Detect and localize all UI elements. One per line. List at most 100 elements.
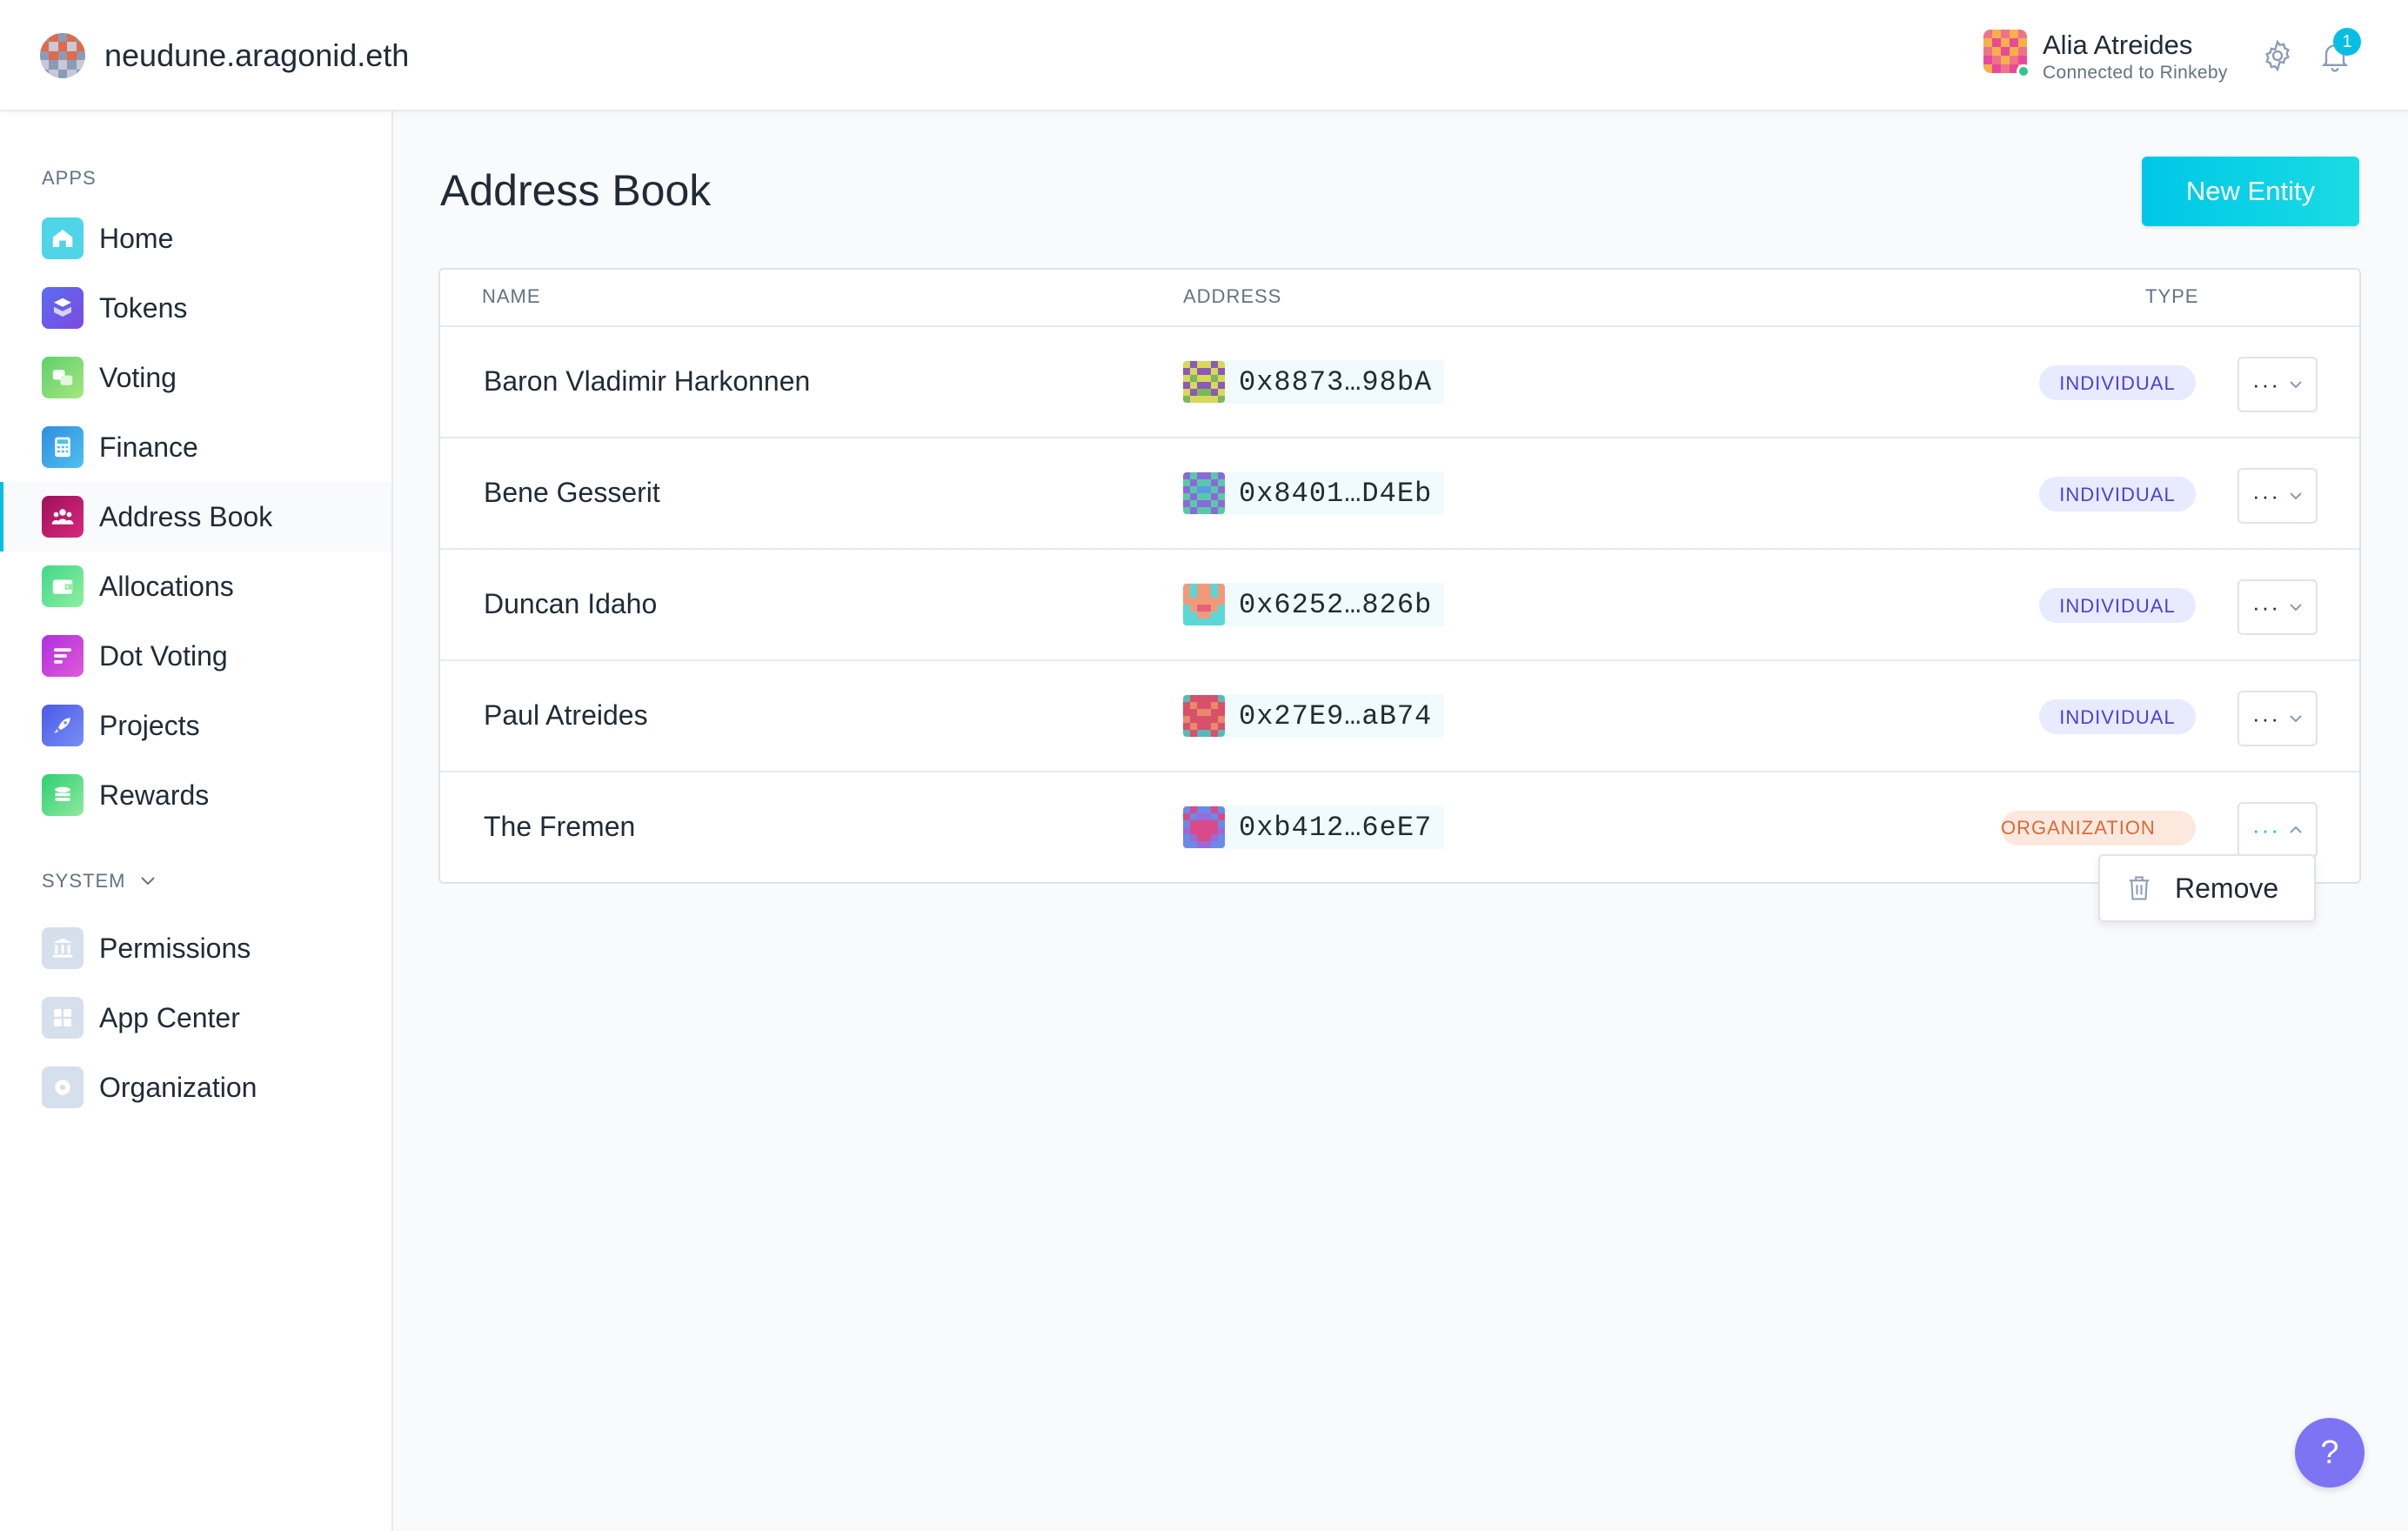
finance-icon	[42, 426, 84, 468]
entity-name: Paul Atreides	[484, 699, 648, 731]
organization-icon	[42, 1066, 84, 1108]
address-text: 0x8401…D4Eb	[1239, 477, 1433, 510]
rewards-icon	[42, 774, 84, 816]
column-header-address[interactable]: ADDRESS	[1183, 285, 1281, 308]
address-text: 0x27E9…aB74	[1239, 699, 1433, 732]
identicon	[1183, 361, 1225, 403]
sidebar-item-label: Address Book	[99, 500, 273, 532]
top-bar: neudune.aragonid.eth Alia Atreides Conne…	[0, 0, 2408, 111]
more-icon: ···	[2252, 705, 2280, 732]
sidebar-item-label: Home	[99, 222, 174, 254]
address-text: 0xb412…6eE7	[1239, 811, 1433, 844]
app-center-icon	[42, 997, 84, 1039]
address-badge[interactable]: 0x8873…98bA	[1183, 360, 1445, 404]
account-name: Alia Atreides	[2043, 30, 2193, 60]
entity-name: Baron Vladimir Harkonnen	[484, 365, 811, 397]
more-icon: ···	[2252, 817, 2280, 843]
sidebar-item-organization[interactable]: Organization	[0, 1053, 391, 1122]
sidebar-item-allocations[interactable]: Allocations	[0, 552, 391, 621]
type-tag: INDIVIDUAL	[2039, 477, 2196, 511]
sidebar-item-label: Permissions	[99, 932, 251, 964]
sidebar-item-label: Allocations	[99, 570, 234, 602]
address-badge[interactable]: 0x27E9…aB74	[1183, 694, 1445, 738]
more-icon: ···	[2252, 483, 2280, 509]
column-header-type[interactable]: TYPE	[2145, 285, 2198, 308]
table-row: Duncan Idaho 0x6252…826b INDIVIDUAL ···	[440, 548, 2359, 659]
address-badge[interactable]: 0x8401…D4Eb	[1183, 471, 1445, 515]
help-button[interactable]: ?	[2295, 1418, 2365, 1488]
org-avatar	[40, 33, 85, 78]
more-icon: ···	[2252, 594, 2280, 620]
org-name: neudune.aragonid.eth	[104, 37, 410, 73]
type-tag: ORGANIZATION	[2001, 811, 2196, 846]
entity-name: Duncan Idaho	[484, 588, 658, 619]
apps-section-label: APPS	[42, 167, 97, 189]
address-badge[interactable]: 0xb412…6eE7	[1183, 806, 1445, 849]
table-row: Baron Vladimir Harkonnen 0x8873…98bA IND…	[440, 325, 2359, 437]
sidebar-item-home[interactable]: Home	[0, 204, 391, 273]
chevron-up-icon	[2290, 826, 2302, 833]
address-book-icon	[42, 496, 84, 538]
home-icon	[42, 217, 84, 259]
chevron-down-icon	[2290, 381, 2302, 389]
trash-icon	[2129, 876, 2150, 900]
identicon	[1183, 584, 1225, 625]
row-actions-button[interactable]: ···	[2237, 468, 2318, 524]
system-section-toggle[interactable]: SYSTEM	[42, 870, 157, 893]
entity-name: The Fremen	[484, 811, 636, 842]
page-title: Address Book	[440, 166, 712, 215]
address-text: 0x6252…826b	[1239, 588, 1433, 621]
chevron-down-icon	[2290, 604, 2302, 612]
entities-table: NAME ADDRESS TYPE Baron Vladimir Harkonn…	[438, 268, 2361, 884]
sidebar-item-label: Tokens	[99, 291, 188, 324]
row-actions-button[interactable]: ···	[2237, 802, 2318, 858]
row-actions-button[interactable]: ···	[2237, 579, 2318, 635]
sidebar-item-label: Finance	[99, 431, 198, 463]
org-switcher[interactable]: neudune.aragonid.eth	[40, 33, 409, 78]
sidebar-item-projects[interactable]: Projects	[0, 691, 391, 760]
remove-label: Remove	[2175, 872, 2279, 904]
identicon	[1183, 806, 1225, 848]
sidebar-item-label: Voting	[99, 361, 177, 393]
type-tag: INDIVIDUAL	[2039, 588, 2196, 623]
chevron-down-icon	[2290, 492, 2302, 500]
allocations-icon	[42, 565, 84, 607]
new-entity-button[interactable]: New Entity	[2142, 157, 2359, 226]
row-actions-button[interactable]: ···	[2237, 357, 2318, 412]
type-tag: INDIVIDUAL	[2039, 365, 2196, 400]
column-header-name[interactable]: NAME	[482, 285, 541, 308]
sidebar-item-tokens[interactable]: Tokens	[0, 273, 391, 343]
sidebar-item-dot-voting[interactable]: Dot Voting	[0, 621, 391, 691]
table-row: The Fremen 0xb412…6eE7 ORGANIZATION ···	[440, 771, 2359, 882]
remove-menu-item[interactable]: Remove	[2098, 854, 2316, 922]
sidebar-item-finance[interactable]: Finance	[0, 412, 391, 482]
sidebar-item-app-center[interactable]: App Center	[0, 983, 391, 1053]
row-actions-button[interactable]: ···	[2237, 691, 2318, 746]
table-row: Paul Atreides 0x27E9…aB74 INDIVIDUAL ···	[440, 659, 2359, 771]
entity-name: Bene Gesserit	[484, 477, 660, 508]
identicon	[1183, 472, 1225, 514]
chevron-down-icon	[141, 877, 156, 886]
sidebar-item-rewards[interactable]: Rewards	[0, 760, 391, 830]
system-section-label: SYSTEM	[42, 870, 126, 892]
chevron-down-icon	[2290, 715, 2302, 723]
table-row: Bene Gesserit 0x8401…D4Eb INDIVIDUAL ···	[440, 437, 2359, 548]
tokens-icon	[42, 287, 84, 329]
sidebar: APPS Home Tokens Voting Finance Address …	[0, 111, 393, 1531]
address-text: 0x8873…98bA	[1239, 365, 1433, 398]
sidebar-item-label: Projects	[99, 709, 200, 741]
sidebar-item-label: Dot Voting	[99, 639, 228, 672]
projects-icon	[42, 705, 84, 746]
sidebar-item-label: App Center	[99, 1001, 240, 1033]
gear-icon[interactable]	[2260, 38, 2295, 73]
dot-voting-icon	[42, 635, 84, 677]
sidebar-item-address-book[interactable]: Address Book	[0, 482, 391, 552]
sidebar-item-voting[interactable]: Voting	[0, 343, 391, 412]
notification-badge: 1	[2333, 28, 2361, 56]
connection-status-dot	[2017, 64, 2030, 78]
network-status: Connected to Rinkeby	[2043, 63, 2228, 83]
sidebar-item-permissions[interactable]: Permissions	[0, 913, 391, 983]
sidebar-item-label: Rewards	[99, 779, 210, 811]
address-badge[interactable]: 0x6252…826b	[1183, 583, 1445, 626]
more-icon: ···	[2252, 371, 2280, 398]
